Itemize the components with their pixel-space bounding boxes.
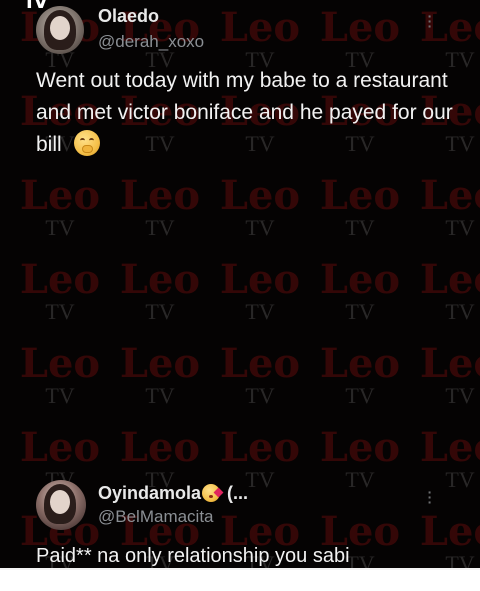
- watermark-tile: LeoTV: [410, 344, 480, 408]
- watermark-tile: LeoTV: [210, 176, 310, 240]
- watermark-leo-text: Leo: [319, 172, 401, 219]
- face-blowing-a-kiss-icon: [202, 484, 224, 502]
- watermark-tv-text: TV: [345, 215, 375, 240]
- watermark-tile: LeoTV: [410, 260, 480, 324]
- watermark-leo-text: Leo: [119, 340, 201, 387]
- watermark-leo-text: Leo: [219, 172, 301, 219]
- watermark-leo-text: Leo: [419, 424, 480, 471]
- watermark-leo-text: Leo: [319, 340, 401, 387]
- watermark-tv-text: TV: [445, 299, 475, 324]
- watermark-tv-text: TV: [445, 467, 475, 492]
- user-handle[interactable]: @derah_xoxo: [98, 32, 204, 52]
- watermark-leo-text: Leo: [419, 340, 480, 387]
- display-name-suffix: (...: [227, 483, 249, 503]
- watermark-leo-text: Leo: [219, 424, 301, 471]
- watermark-tile: LeoTV: [310, 176, 410, 240]
- watermark-tile: LeoTV: [110, 344, 210, 408]
- watermark-tv-text: TV: [145, 299, 175, 324]
- watermark-tv-text: TV: [45, 299, 75, 324]
- display-name-text: Oyindamola: [98, 483, 202, 503]
- screen: LeoTVLeoTVLeoTVLeoTVLeoTVLeoTVLeoTVLeoTV…: [0, 0, 480, 591]
- watermark-leo-text: Leo: [219, 340, 301, 387]
- watermark-leo-text: Leo: [419, 256, 480, 303]
- watermark-tv-text: TV: [245, 215, 275, 240]
- watermark-tile: LeoTV: [410, 176, 480, 240]
- watermark-tv-text: TV: [145, 215, 175, 240]
- face-with-hand-over-mouth-icon: [73, 130, 100, 156]
- watermark-leo-text: Leo: [19, 172, 101, 219]
- watermark-leo-text: Leo: [219, 256, 301, 303]
- watermark-tv-text: TV: [45, 215, 75, 240]
- watermark-tile: LeoTV: [310, 344, 410, 408]
- watermark-tv-text: TV: [345, 299, 375, 324]
- watermark-tile: LeoTV: [410, 8, 480, 72]
- bottom-bar: [0, 570, 480, 591]
- watermark-tile: LeoTV: [310, 428, 410, 492]
- watermark-leo-text: Leo: [319, 4, 401, 51]
- watermark-tv-text: TV: [345, 383, 375, 408]
- user-handle[interactable]: @BelMamacita: [98, 507, 214, 527]
- display-name[interactable]: Olaedo: [98, 6, 159, 27]
- watermark-tv-text: TV: [245, 383, 275, 408]
- avatar[interactable]: [36, 480, 86, 530]
- watermark-tile: LeoTV: [410, 428, 480, 492]
- watermark-tile: LeoTV: [210, 8, 310, 72]
- watermark-tile: LeoTV: [10, 176, 110, 240]
- watermark-tile: LeoTV: [310, 260, 410, 324]
- avatar[interactable]: [36, 6, 84, 54]
- watermark-tv-text: TV: [345, 467, 375, 492]
- watermark-leo-text: Leo: [319, 424, 401, 471]
- watermark-leo-text: Leo: [419, 172, 480, 219]
- watermark-tile: LeoTV: [210, 344, 310, 408]
- display-name[interactable]: Oyindamola (...: [98, 483, 248, 504]
- watermark-leo-text: Leo: [419, 4, 480, 51]
- tweet-text: Went out today with my babe to a restaur…: [36, 65, 456, 161]
- watermark-leo-text: Leo: [119, 256, 201, 303]
- watermark-leo-text: Leo: [219, 4, 301, 51]
- watermark-tv-text: TV: [245, 299, 275, 324]
- watermark-tv-text: TV: [445, 383, 475, 408]
- watermark-tile: LeoTV: [210, 260, 310, 324]
- watermark-leo-text: Leo: [19, 256, 101, 303]
- watermark-tv-text: TV: [145, 383, 175, 408]
- watermark-leo-text: Leo: [319, 256, 401, 303]
- watermark-leo-text: Leo: [119, 424, 201, 471]
- watermark-tile: LeoTV: [110, 260, 210, 324]
- watermark-tile: LeoTV: [10, 260, 110, 324]
- avatar-face: [50, 490, 70, 514]
- watermark-tv-text: TV: [45, 383, 75, 408]
- watermark-leo-text: Leo: [19, 424, 101, 471]
- watermark-tile: LeoTV: [110, 176, 210, 240]
- watermark-leo-text: Leo: [19, 340, 101, 387]
- more-options-icon[interactable]: · · ·: [423, 485, 437, 509]
- watermark-tile: LeoTV: [10, 344, 110, 408]
- more-options-icon[interactable]: · · ·: [423, 9, 437, 33]
- watermark-tile: LeoTV: [310, 8, 410, 72]
- watermark-tv-text: TV: [445, 215, 475, 240]
- avatar-face: [50, 16, 70, 40]
- watermark-leo-text: Leo: [119, 172, 201, 219]
